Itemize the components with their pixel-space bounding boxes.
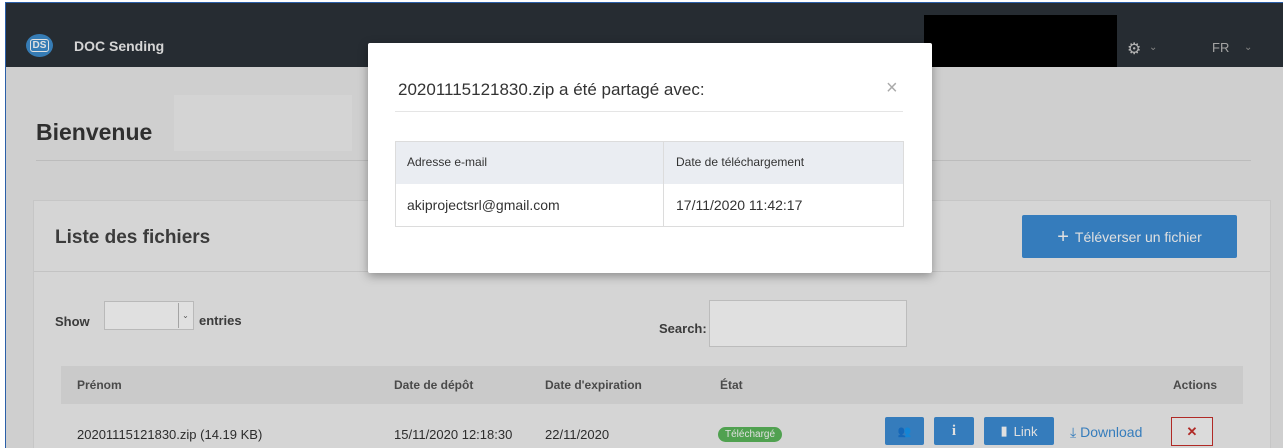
shared-with-table: Adresse e-mail Date de téléchargement ak… [395, 141, 904, 227]
column-header-download-date: Date de téléchargement [676, 155, 805, 169]
column-divider [663, 142, 664, 226]
download-date: 17/11/2020 11:42:17 [676, 197, 803, 213]
shared-with-modal: 20201115121830.zip a été partagé avec: ×… [368, 43, 932, 273]
close-icon[interactable]: × [886, 77, 898, 100]
modal-title: 20201115121830.zip a été partagé avec: [398, 80, 705, 99]
divider [395, 111, 903, 112]
column-header-email: Adresse e-mail [407, 155, 488, 169]
app-window: DS DOC Sending ⚙ ⌄ FR ⌄ Bienvenue Liste … [5, 2, 1283, 448]
recipient-email: akiprojectsrl@gmail.com [407, 197, 560, 213]
